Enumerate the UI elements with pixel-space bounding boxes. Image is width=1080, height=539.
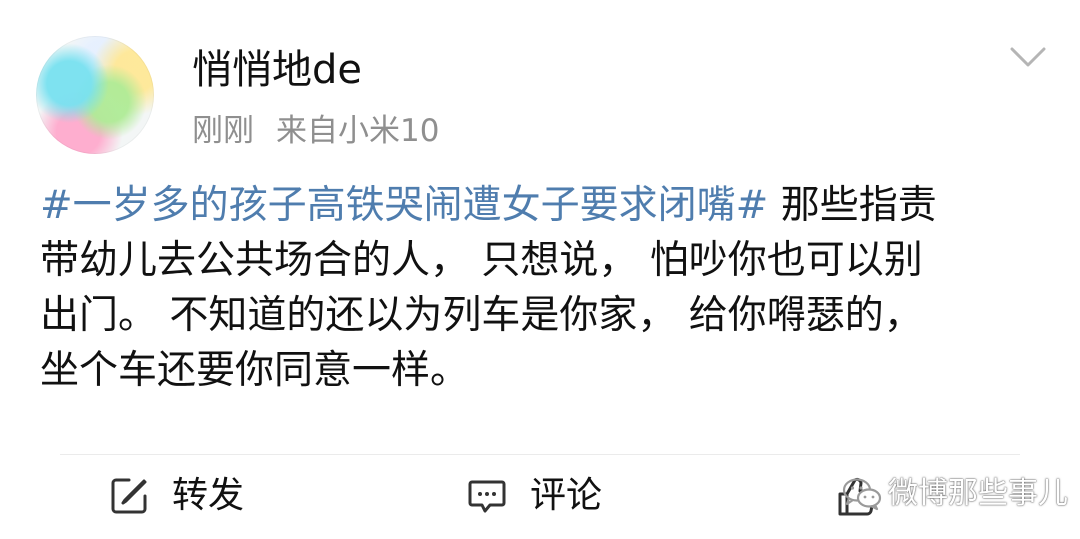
comment-icon	[468, 480, 506, 513]
wechat-icon	[842, 478, 882, 511]
post-source: 来自小米10	[276, 113, 440, 149]
repost-icon	[111, 478, 147, 514]
repost-button[interactable]: 转发	[108, 468, 244, 524]
comment-button[interactable]: 评论	[466, 468, 602, 524]
post-body: #一岁多的孩子高铁哭闹遭女子要求闭嘴# 那些指责 带幼儿去公共场合的人， 只想说…	[40, 178, 1050, 398]
weibo-post-card: 悄悄地de 刚刚 来自小米10 #一岁多的孩子高铁哭闹遭女子要求闭嘴# 那些指责 …	[0, 0, 1080, 539]
hashtag-link[interactable]: #一岁多的孩子高铁哭闹遭女子要求闭嘴#	[40, 183, 768, 228]
post-line-4: 坐个车还要你同意一样。	[40, 348, 470, 393]
post-time: 刚刚	[192, 113, 254, 149]
post-line-1: #一岁多的孩子高铁哭闹遭女子要求闭嘴# 那些指责	[40, 178, 1050, 233]
post-meta: 刚刚 来自小米10	[192, 110, 439, 152]
comment-label: 评论	[530, 475, 603, 516]
watermark: 微博那些事儿	[842, 472, 1068, 516]
post-text-1: 那些指责	[768, 183, 937, 228]
username[interactable]: 悄悄地de	[192, 44, 362, 96]
post-menu-button[interactable]	[1006, 38, 1050, 78]
repost-label: 转发	[172, 475, 245, 516]
divider	[60, 454, 1020, 455]
post-line-2: 带幼儿去公共场合的人， 只想说， 怕吵你也可以别	[40, 238, 923, 283]
avatar[interactable]	[36, 36, 154, 154]
watermark-text: 微博那些事儿	[888, 476, 1068, 511]
post-line-3: 出门。 不知道的还以为列车是你家， 给你嘚瑟的，	[40, 293, 923, 338]
chevron-down-icon	[1010, 47, 1046, 67]
